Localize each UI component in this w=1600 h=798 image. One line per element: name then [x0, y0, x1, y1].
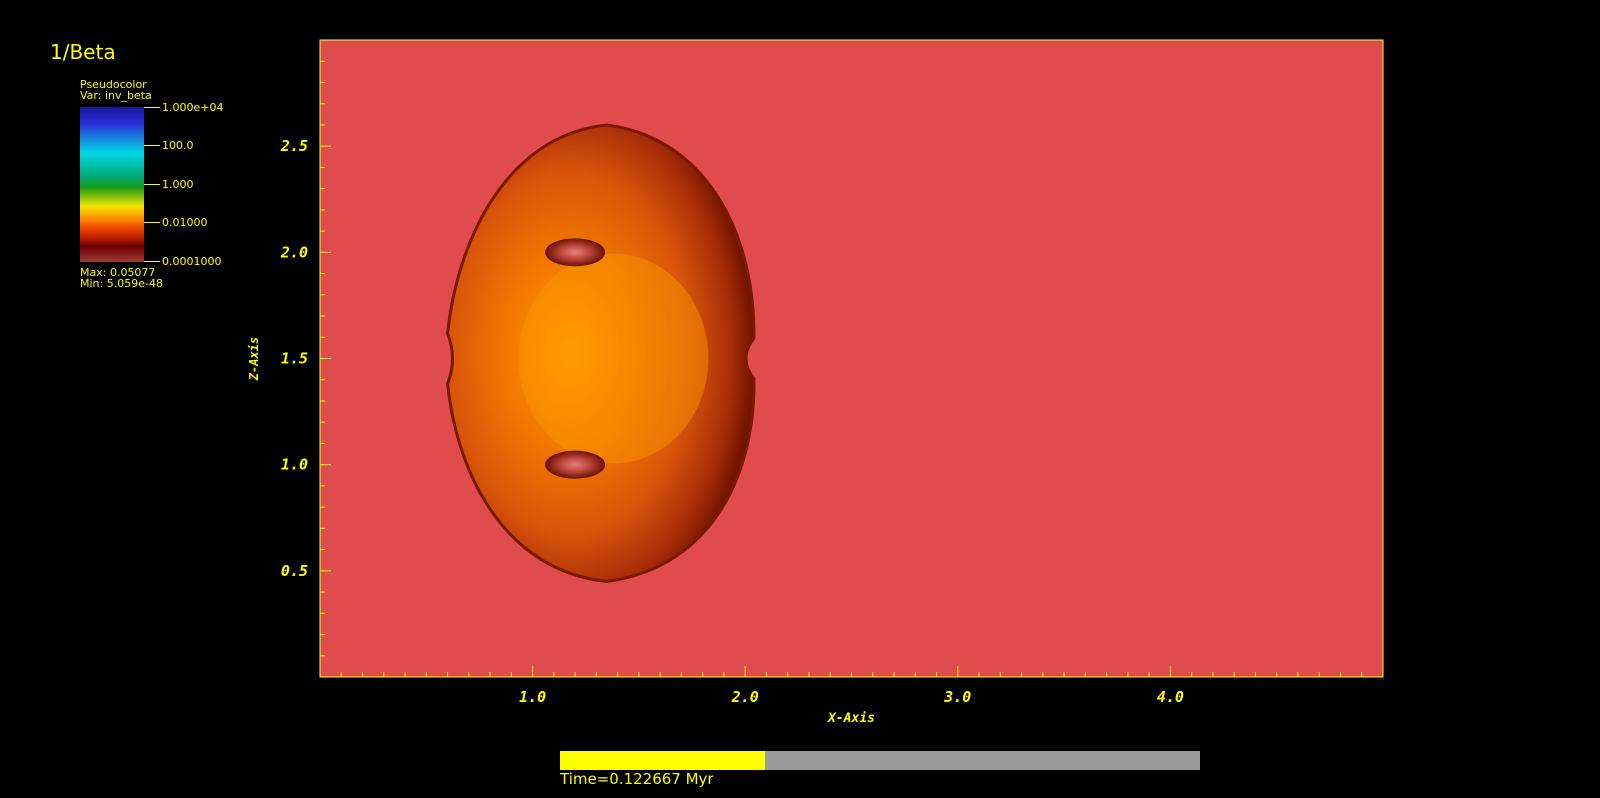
y-tick-label: 0.5	[281, 562, 308, 580]
x-tick-label: 2.0	[731, 688, 759, 706]
y-tick-label: 1.5	[281, 350, 308, 368]
x-tick-label: 3.0	[943, 688, 971, 706]
z-axis-label: Z-Axis	[247, 337, 261, 381]
y-tick-label: 2.0	[280, 243, 308, 261]
vortex-ring	[545, 450, 606, 479]
time-progress-fill	[560, 751, 765, 770]
time-label: Time=0.122667 Myr	[560, 770, 714, 788]
vortex-ring	[545, 238, 606, 267]
y-tick-label: 1.0	[281, 456, 308, 474]
chart-svg: 1.0 2.0 3.0 4.0 0.5 1.0 1.5 2.0 2.5 X-Axis Z-Axi…	[247, 39, 1384, 726]
x-tick-label: 1.0	[519, 688, 546, 706]
y-tick-label: 2.5	[280, 137, 308, 155]
time-progress-bar	[560, 751, 1200, 770]
bubble-core	[518, 253, 709, 464]
x-tick-label: 4.0	[1157, 688, 1184, 706]
x-axis-label: X-Axis	[827, 711, 875, 726]
